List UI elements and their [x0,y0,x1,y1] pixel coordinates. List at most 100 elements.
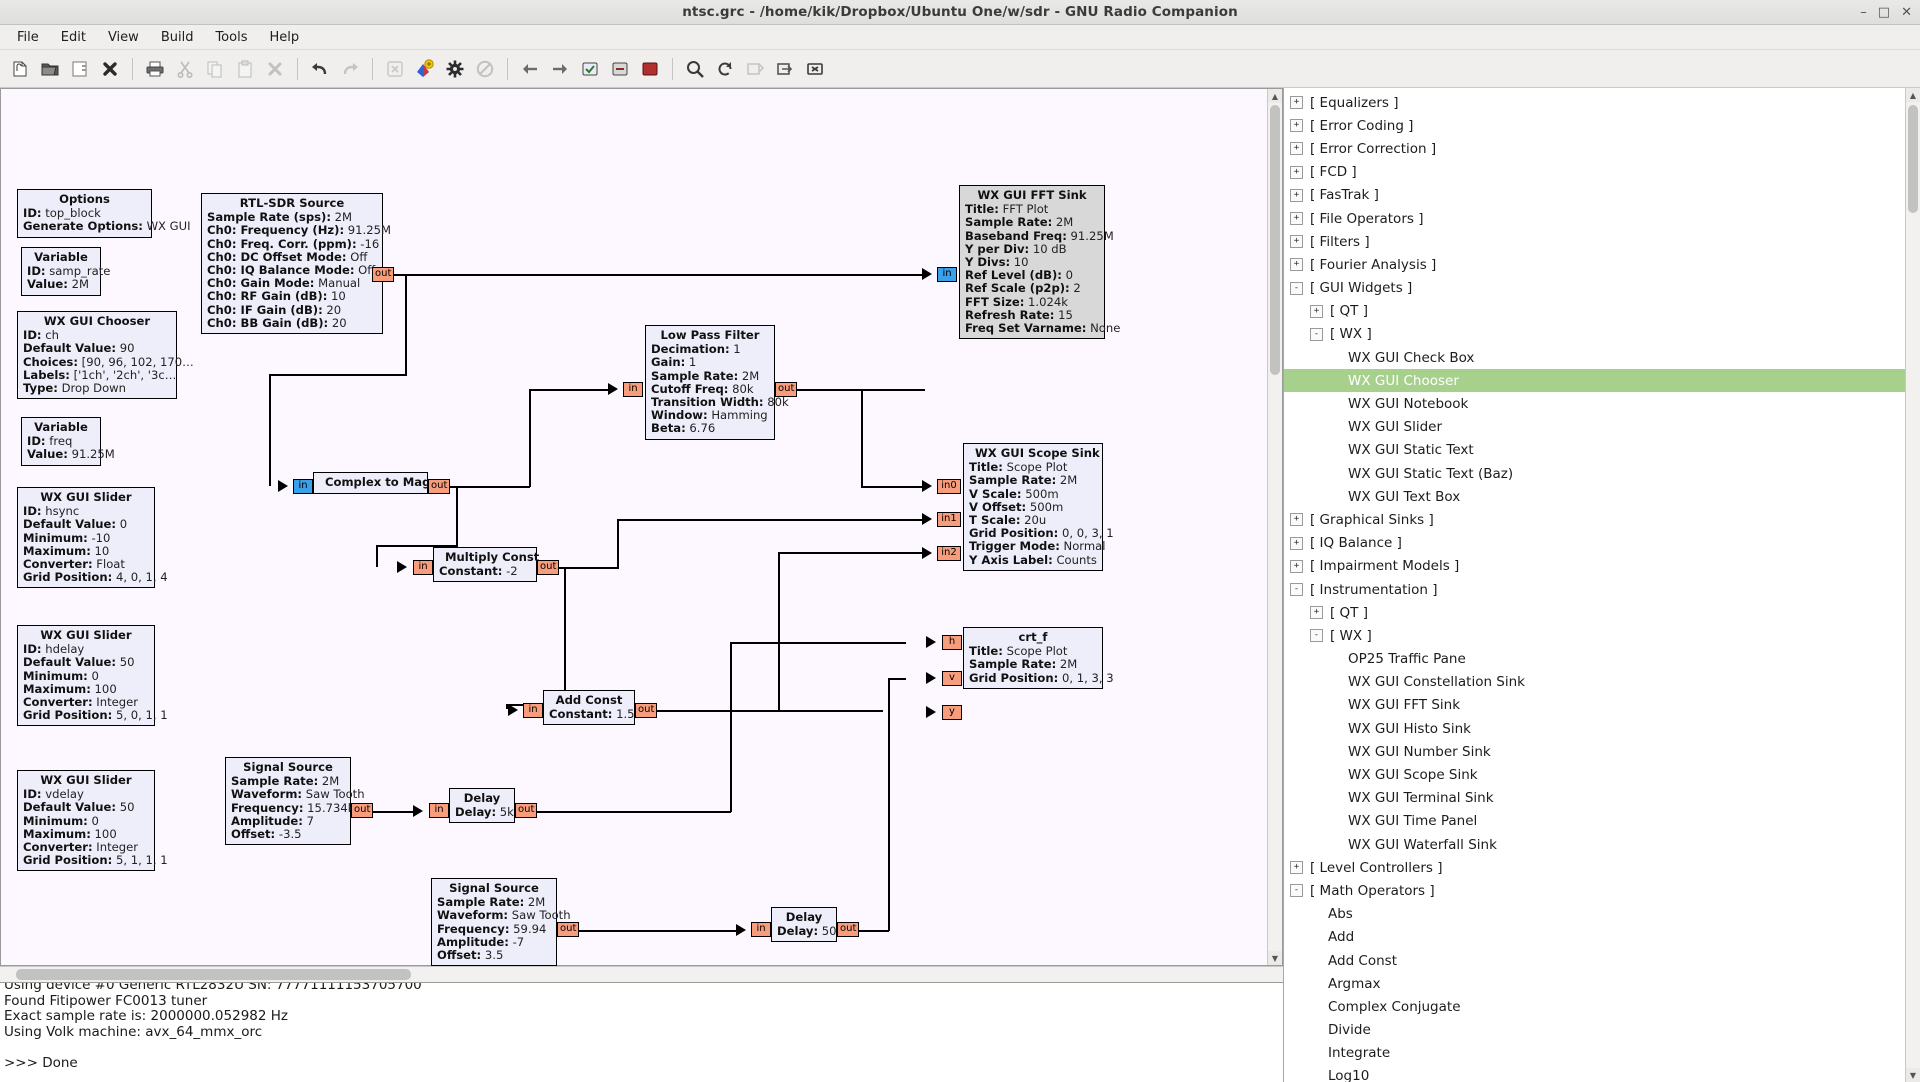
tree-row[interactable]: Add [1284,926,1920,949]
rotate-left-icon[interactable] [516,55,544,83]
port-delay-50k-out[interactable]: out [837,922,859,937]
port-lpf-out[interactable]: out [775,382,797,397]
flowgraph-block-rtl-sdr-source[interactable]: RTL-SDR Source Sample Rate (sps): 2M Ch0: … [201,193,391,335]
zoom-icon[interactable] [681,55,709,83]
tree-row[interactable]: + [ FasTrak ] [1284,184,1920,207]
expand-icon[interactable]: + [1290,188,1303,202]
menu-item-edit[interactable]: Edit [50,27,97,48]
tree-row[interactable]: WX GUI Notebook [1284,392,1920,415]
tree-row[interactable]: WX GUI Histo Sink [1284,717,1920,740]
tree-row[interactable]: OP25 Traffic Pane [1284,648,1920,671]
port-crt-f-h[interactable]: h [942,635,962,650]
tree-row[interactable]: + [ IQ Balance ] [1284,532,1920,555]
tree-row[interactable]: -[ Instrumentation ] [1284,578,1920,601]
port-complex-to-mag-in[interactable]: in [293,479,313,494]
flowgraph-block-wx-gui-slider-vdelay[interactable]: WX GUI Slider ID: vdelay Default Value: 50… [17,770,168,872]
port-delay-5k-out[interactable]: out [515,803,537,818]
expand-icon[interactable]: + [1290,165,1303,179]
collapse-icon[interactable]: - [1290,281,1303,295]
tree-row[interactable]: Argmax [1284,972,1920,995]
print-icon[interactable] [141,55,169,83]
collapse-icon[interactable]: - [1310,327,1323,341]
tree-row[interactable]: + [ FCD ] [1284,161,1920,184]
close-flowgraph-icon[interactable] [96,55,124,83]
tree-vertical-scrollbar[interactable]: ▲ ▼ [1905,88,1920,1082]
tree-row[interactable]: WX GUI Text Box [1284,485,1920,508]
tree-row[interactable]: Add Const [1284,949,1920,972]
clear-console-icon[interactable] [801,55,829,83]
tree-row[interactable]: + [ Equalizers ] [1284,91,1920,114]
open-flowgraph-icon[interactable] [36,55,64,83]
tree-row[interactable]: WX GUI Number Sink [1284,740,1920,763]
port-add-const-in[interactable]: in [523,703,543,718]
tree-row[interactable]: Complex Conjugate [1284,995,1920,1018]
tree-row[interactable]: + [ Filters ] [1284,230,1920,253]
scroll-up-arrow[interactable]: ▲ [1268,89,1282,103]
tree-row[interactable]: WX GUI Check Box [1284,346,1920,369]
tree-row[interactable]: WX GUI Static Text (Baz) [1284,462,1920,485]
menu-item-tools[interactable]: Tools [204,27,258,48]
tree-row[interactable]: WX GUI Time Panel [1284,810,1920,833]
flowgraph-block-delay-5k[interactable]: Delay Delay: 5k [449,788,515,824]
tree-scroll-down-arrow[interactable]: ▼ [1906,1068,1920,1082]
tree-row[interactable]: + [ QT ] [1284,601,1920,624]
expand-icon[interactable]: + [1290,513,1303,527]
tree-row[interactable]: WX GUI Terminal Sink [1284,787,1920,810]
flowgraph-block-wx-gui-fft-sink[interactable]: WX GUI FFT Sink Title: FFT Plot Sample Rat… [959,185,1120,340]
flowgraph-block-signal-source-vsync[interactable]: Signal Source Sample Rate: 2M Waveform: Sa… [431,878,571,966]
disable-block-icon[interactable] [606,55,634,83]
toggle-icon[interactable] [771,55,799,83]
tree-row[interactable]: + [ Graphical Sinks ] [1284,508,1920,531]
scroll-thumb[interactable] [1270,105,1280,375]
expand-icon[interactable]: + [1290,861,1303,875]
menu-item-help[interactable]: Help [258,27,310,48]
tree-row[interactable]: WX GUI FFT Sink [1284,694,1920,717]
menu-item-file[interactable]: File [6,27,50,48]
tree-row[interactable]: + [ Impairment Models ] [1284,555,1920,578]
expand-icon[interactable]: + [1290,536,1303,550]
tree-row[interactable]: WX GUI Static Text [1284,439,1920,462]
port-fft-sink-in[interactable]: in [937,267,957,282]
flowgraph-block-low-pass-filter[interactable]: Low Pass Filter Decimation: 1 Gain: 1 Sampl… [645,325,789,440]
port-complex-to-mag-out[interactable]: out [428,479,450,494]
port-multiply-const-out[interactable]: out [537,560,559,575]
tree-row[interactable]: Integrate [1284,1042,1920,1065]
flowgraph-block-delay-50k[interactable]: Delay Delay: 50k [771,907,843,943]
port-crt-f-v[interactable]: v [942,671,962,686]
undo-icon[interactable] [306,55,334,83]
execute-icon[interactable] [441,55,469,83]
save-flowgraph-icon[interactable] [66,55,94,83]
tree-row[interactable]: Divide [1284,1019,1920,1042]
flowgraph-canvas[interactable]: Options ID: top_block Generate Options: WX… [0,88,1283,966]
maximize-icon[interactable]: □ [1878,6,1890,19]
flowgraph-block-add-const[interactable]: Add Const Constant: 1.5 [543,690,635,726]
port-scope-sink-in2[interactable]: in2 [937,546,961,561]
port-lpf-in[interactable]: in [623,382,643,397]
tree-scroll-up-arrow[interactable]: ▲ [1906,88,1920,102]
port-rtl-sdr-out[interactable]: out [372,267,394,282]
tree-row[interactable]: -[ WX ] [1284,323,1920,346]
tree-row[interactable]: + [ Error Coding ] [1284,114,1920,137]
tree-row[interactable]: + [ File Operators ] [1284,207,1920,230]
tree-row[interactable]: -[ WX ] [1284,624,1920,647]
flowgraph-block-variable-freq[interactable]: Variable ID: freq Value: 91.25M [21,417,115,466]
tree-row[interactable]: + [ Fourier Analysis ] [1284,253,1920,276]
flowgraph-block-complex-to-mag[interactable]: Complex to Mag [313,472,430,495]
expand-icon[interactable]: + [1290,258,1303,272]
port-crt-f-y[interactable]: y [942,705,962,720]
port-add-const-out[interactable]: out [635,703,657,718]
block-tree[interactable]: + [ Equalizers ] + [ Error Coding ] + [ Error… [1284,88,1920,1082]
flowgraph-block-wx-gui-scope-sink[interactable]: WX GUI Scope Sink Title: Scope Plot Sample… [963,443,1114,571]
tree-row[interactable]: + [ Error Correction ] [1284,137,1920,160]
tree-row[interactable]: + [ QT ] [1284,300,1920,323]
port-delay-5k-in[interactable]: in [429,803,449,818]
flowgraph-block-signal-source-hsync[interactable]: Signal Source Sample Rate: 2M Waveform: Sa… [225,757,365,846]
rotate-right-icon[interactable] [546,55,574,83]
tree-row[interactable]: WX GUI Waterfall Sink [1284,833,1920,856]
expand-icon[interactable]: + [1290,142,1303,156]
flowgraph-block-wx-gui-slider-hdelay[interactable]: WX GUI Slider ID: hdelay Default Value: 50… [17,625,168,727]
expand-icon[interactable]: + [1310,606,1323,620]
collapse-icon[interactable]: - [1310,629,1323,643]
tree-row[interactable]: WX GUI Scope Sink [1284,763,1920,786]
menu-item-view[interactable]: View [97,27,150,48]
